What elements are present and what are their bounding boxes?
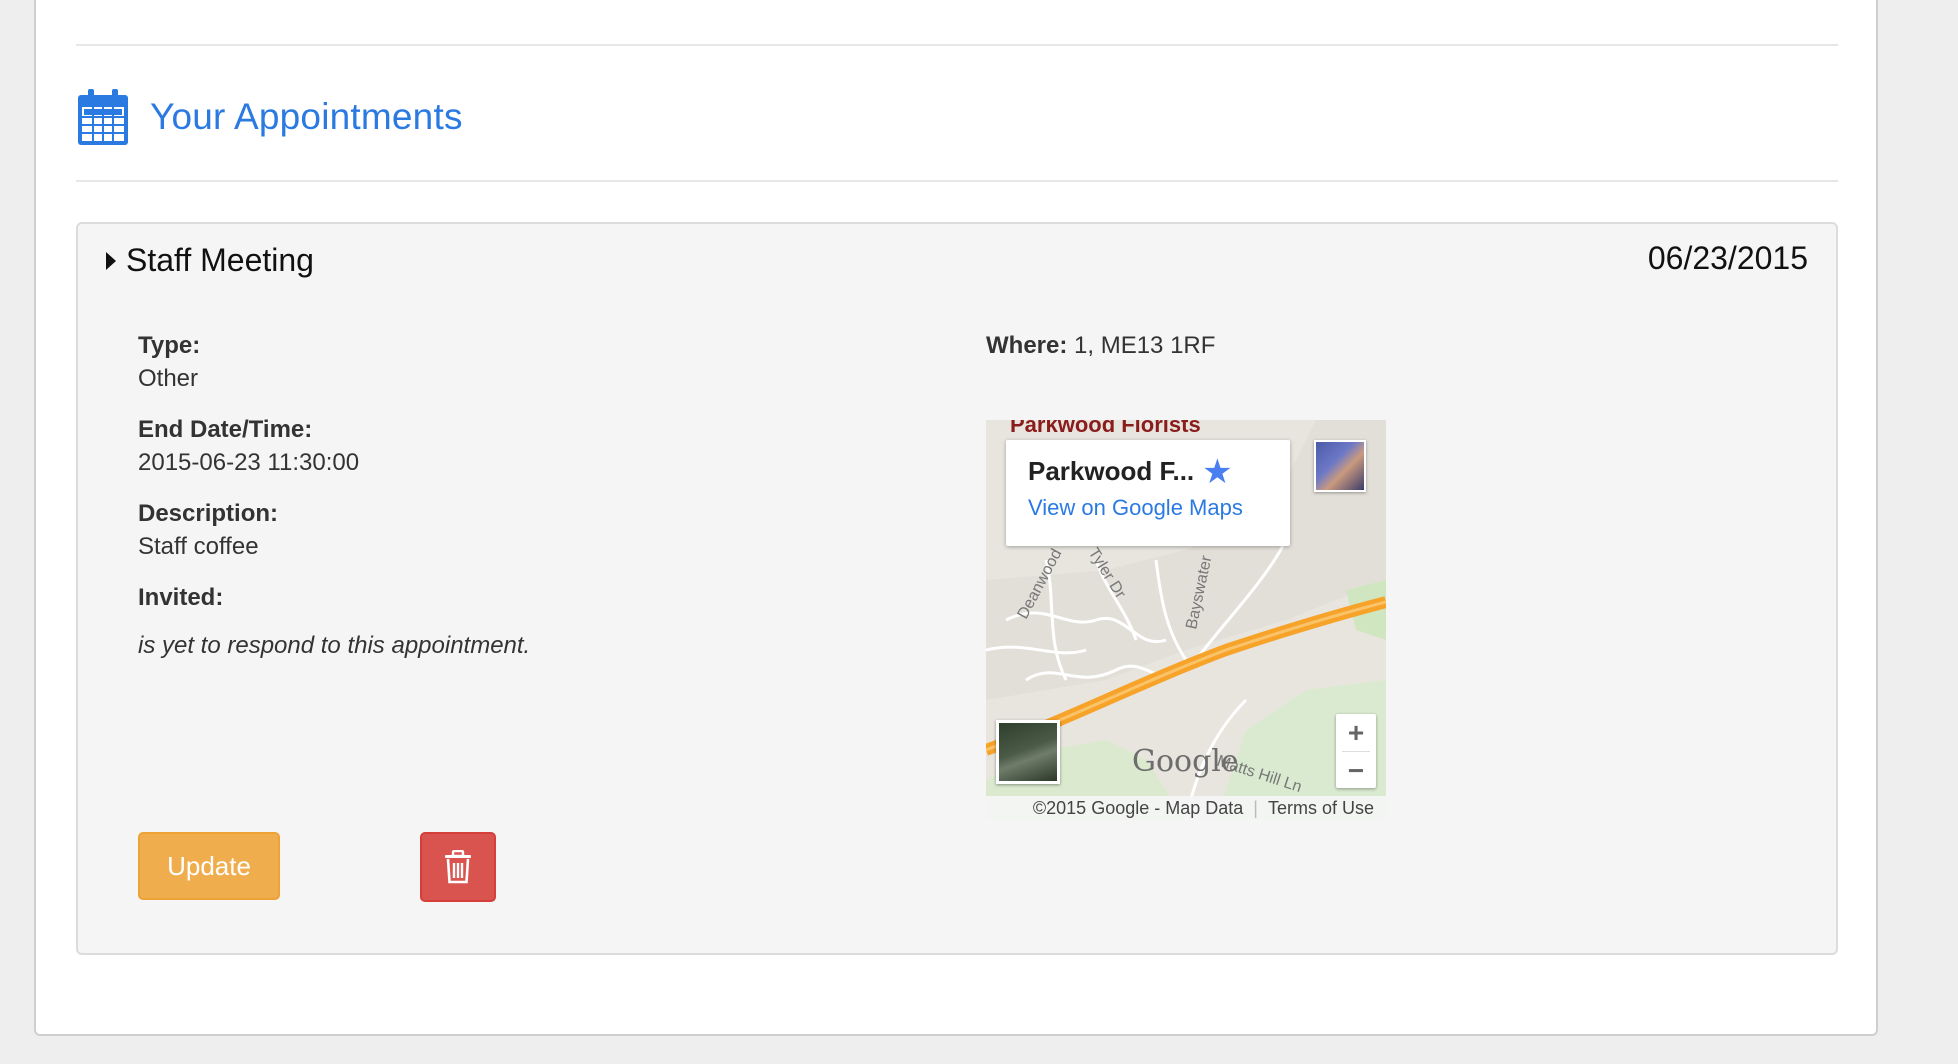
trash-icon: [445, 850, 471, 884]
end-datetime-value: 2015-06-23 11:30:00: [138, 449, 360, 476]
avatar-image: [1316, 442, 1364, 490]
zoom-in-button[interactable]: +: [1336, 714, 1376, 751]
section-header: Your Appointments: [76, 86, 463, 148]
map-embed[interactable]: Deanwood Tyler Dr Bayswater Matts Hill L…: [986, 420, 1386, 820]
where-value: 1, ME13 1RF: [1074, 332, 1216, 359]
caret-right-icon: [106, 251, 116, 270]
appointment-toggle[interactable]: Staff Meeting: [106, 242, 314, 279]
map-place: Parkwood F... ★: [1028, 455, 1268, 489]
where-line: Where: 1, ME13 1RF: [986, 330, 1215, 362]
section-title: Your Appointments: [150, 96, 463, 137]
map-top-label: Parkwood Florists: [1010, 420, 1201, 437]
appointment-title: Staff Meeting: [126, 242, 314, 278]
map-avatar[interactable]: [1314, 440, 1366, 492]
invited-label: Invited:: [138, 584, 224, 611]
delete-button[interactable]: [420, 832, 496, 902]
appointment-card: Staff Meeting 06/23/2015 Type: Other End…: [76, 222, 1838, 955]
map-footer: ©2015 Google - Map Data | Terms of Use: [986, 796, 1386, 820]
appointment-date: 06/23/2015: [1647, 240, 1808, 276]
terms-of-use-link[interactable]: Terms of Use: [1268, 798, 1374, 819]
satellite-toggle[interactable]: [996, 720, 1060, 784]
end-datetime-label: End Date/Time:: [138, 416, 313, 443]
where-label: Where:: [986, 332, 1068, 359]
view-on-google-maps-link[interactable]: View on Google Maps: [1028, 495, 1268, 521]
description-label: Description:: [138, 500, 279, 527]
map-place-name: Parkwood F...: [1028, 456, 1195, 486]
star-icon[interactable]: ★: [1202, 455, 1232, 489]
appointment-details: Type: Other End Date/Time: 2015-06-23 11…: [138, 330, 898, 660]
google-logo: Google: [1132, 744, 1239, 779]
zoom-out-button[interactable]: −: [1336, 752, 1376, 789]
map-copyright: ©2015 Google - Map Data: [1032, 797, 1244, 818]
divider-bottom: [76, 180, 1838, 182]
footer-separator: |: [1253, 797, 1258, 818]
type-label: Type:: [138, 332, 201, 359]
update-button[interactable]: Update: [138, 832, 280, 900]
divider-top: [76, 44, 1838, 46]
invited-note: is yet to respond to this appointment.: [138, 632, 531, 659]
calendar-icon: [78, 89, 128, 145]
description-value: Staff coffee: [138, 533, 259, 560]
map-info-popup: Parkwood F... ★ View on Google Maps: [1006, 440, 1290, 546]
type-value: Other: [138, 365, 199, 392]
map-zoom-controls: + −: [1336, 714, 1376, 788]
